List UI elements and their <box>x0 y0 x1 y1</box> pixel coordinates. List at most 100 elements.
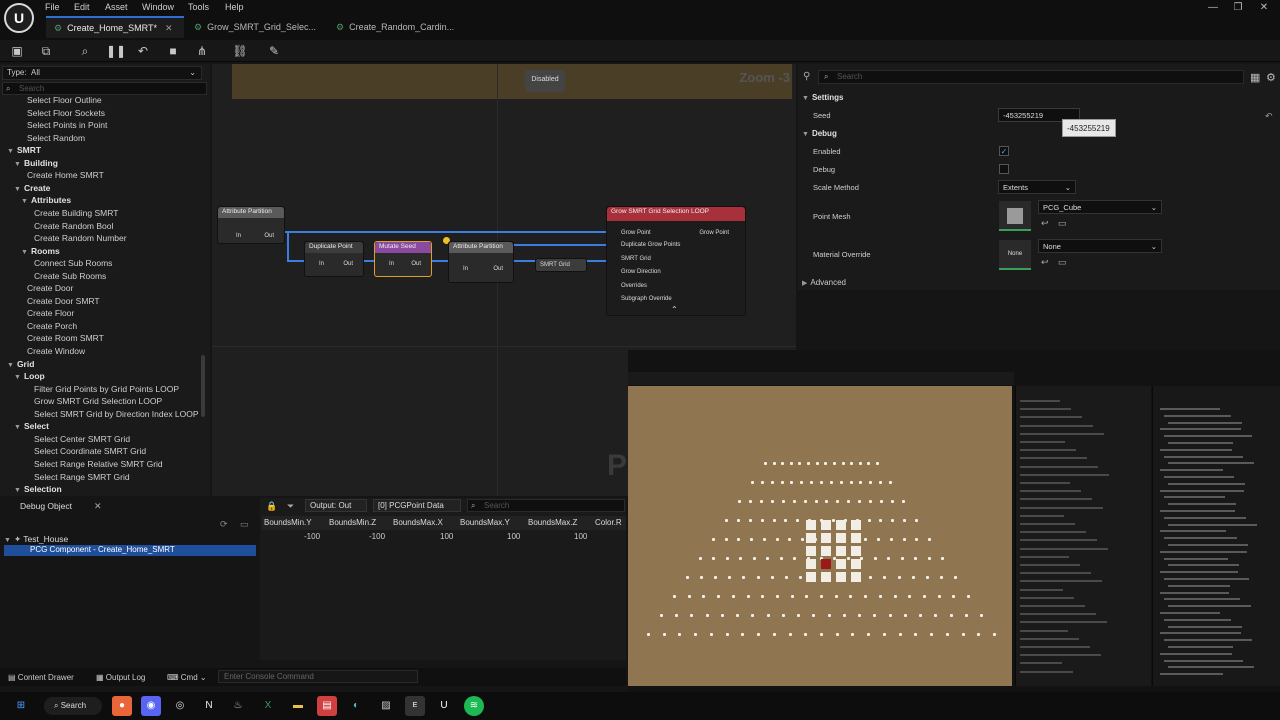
pin-out-grow-point[interactable]: Grow Point <box>699 230 729 236</box>
pin-smrt-grid[interactable]: SMRT Grid <box>621 256 651 262</box>
outliner-row[interactable] <box>1168 544 1248 546</box>
expand-arrow-icon[interactable]: ▼ <box>21 198 28 205</box>
notion-icon[interactable]: N <box>199 696 219 716</box>
node-attribute-partition-1[interactable]: Attribute Partition In Out <box>217 206 285 244</box>
outliner-row[interactable] <box>1160 510 1235 512</box>
lock-icon[interactable]: 🔒 <box>266 501 277 512</box>
pin-in[interactable]: In <box>236 233 241 239</box>
pin-grow-point[interactable]: Grow Point <box>621 230 651 236</box>
tab-create-home-smrt[interactable]: ⚙ Create_Home_SMRT* ✕ <box>46 16 184 38</box>
node-attribute-partition-2[interactable]: Attribute Partition In Out <box>448 241 514 283</box>
outliner-row[interactable] <box>1160 469 1223 472</box>
column-bounds-max-x[interactable]: BoundsMax.X <box>393 518 443 527</box>
expand-arrow-icon[interactable]: ▼ <box>14 487 21 494</box>
palette-item[interactable]: Filter Grid Points by Grid Points LOOP <box>34 384 179 394</box>
palette-item[interactable]: ▼ Building <box>14 158 58 168</box>
menu-file[interactable]: File <box>45 2 60 14</box>
palette-item[interactable]: Connect Sub Rooms <box>34 258 112 268</box>
tab-create-random[interactable]: ⚙ Create_Random_Cardin... <box>328 16 468 38</box>
enabled-checkbox[interactable]: ✓ <box>999 146 1009 156</box>
pin-out[interactable]: Out <box>493 266 503 272</box>
palette-item[interactable]: Select Range SMRT Grid <box>34 472 130 482</box>
pdf-icon[interactable]: ▤ <box>317 696 337 716</box>
menu-edit[interactable]: Edit <box>74 2 90 14</box>
pin-subgraph-override[interactable]: Subgraph Override <box>621 296 672 302</box>
palette-item[interactable]: Select Points in Point <box>27 120 107 130</box>
material-override-dropdown[interactable]: None ⌄ <box>1038 239 1162 253</box>
palette-item[interactable]: Select Floor Sockets <box>27 108 105 118</box>
palette-item[interactable]: Select Random <box>27 133 85 143</box>
outliner-row[interactable] <box>1164 496 1225 499</box>
browse-asset-icon[interactable]: ▭ <box>1058 218 1067 229</box>
outliner-row[interactable] <box>1164 618 1231 621</box>
palette-item[interactable]: ▼ Create <box>14 183 50 193</box>
node-grow-smrt-grid-selection-loop[interactable]: Grow SMRT Grid Selection LOOP Grow Point… <box>606 206 746 316</box>
palette-item[interactable]: Select Center SMRT Grid <box>34 434 130 444</box>
windows-start-icon[interactable]: ⊞ <box>11 696 31 716</box>
column-color-r[interactable]: Color.R <box>595 518 622 527</box>
palette-item[interactable]: Grow SMRT Grid Selection LOOP <box>34 396 162 406</box>
browse-asset-icon[interactable]: ▭ <box>1058 257 1067 268</box>
expand-arrow-icon[interactable]: ▼ <box>14 424 21 431</box>
minimize-icon[interactable]: — <box>1203 2 1223 14</box>
outliner-row[interactable] <box>1164 598 1240 601</box>
edge-icon[interactable]: ◐ <box>346 696 366 716</box>
details-lock-icon[interactable]: ⚲ <box>803 71 810 82</box>
expand-arrow-icon[interactable]: ▼ <box>21 249 28 256</box>
palette-item[interactable]: ▼ Attributes <box>21 195 71 205</box>
cmd-dropdown[interactable]: ⌨ Cmd ⌄ <box>167 673 207 682</box>
outliner-row[interactable] <box>1164 557 1228 560</box>
palette-item[interactable]: ▼ Grid <box>7 359 34 369</box>
stop-icon[interactable]: ■ <box>165 43 181 59</box>
find-icon[interactable]: ⌕ <box>77 43 93 59</box>
pin-in[interactable]: In <box>463 266 468 272</box>
outliner-row[interactable] <box>1160 408 1220 410</box>
gear-icon[interactable]: ⚙ <box>1266 71 1276 84</box>
outliner-row[interactable] <box>1168 421 1242 424</box>
outliner-row[interactable] <box>1164 537 1237 540</box>
pin-out[interactable]: Out <box>343 261 353 267</box>
outliner-row[interactable] <box>1168 584 1230 587</box>
epic-games-icon[interactable]: E <box>405 696 425 716</box>
palette-item[interactable]: ▼ Selection <box>14 484 62 494</box>
outliner-row[interactable] <box>1168 605 1251 608</box>
outliner-row[interactable] <box>1164 476 1234 478</box>
point-mesh-dropdown[interactable]: PCG_Cube ⌄ <box>1038 200 1162 214</box>
debug-checkbox[interactable] <box>999 164 1009 174</box>
node-mutate-seed[interactable]: Mutate Seed In Out <box>374 241 432 277</box>
pin-out[interactable]: Out <box>411 261 421 267</box>
outliner-row[interactable] <box>1164 659 1243 662</box>
palette-item[interactable]: Create Floor <box>27 308 74 318</box>
palette-item[interactable]: Select SMRT Grid by Direction Index LOOP <box>34 409 199 419</box>
outliner-row[interactable] <box>1168 482 1245 485</box>
settings-section[interactable]: ▼ Settings <box>802 93 844 102</box>
outliner-row[interactable] <box>1160 489 1244 492</box>
folder-icon[interactable]: ▬ <box>288 696 308 716</box>
pin-in[interactable]: In <box>319 261 324 267</box>
outliner-row[interactable] <box>1168 646 1233 648</box>
outliner-row[interactable] <box>1168 625 1242 628</box>
save-icon[interactable]: ▣ <box>9 43 25 59</box>
outliner-row[interactable] <box>1160 448 1232 451</box>
tree-item-test-house[interactable]: ▼ ✦ Test_House <box>4 534 68 545</box>
browse-icon[interactable]: ▭ <box>240 519 249 530</box>
outliner-row[interactable] <box>1164 639 1252 642</box>
content-drawer-button[interactable]: ▤ Content Drawer <box>8 673 74 682</box>
outliner-row[interactable] <box>1164 578 1249 580</box>
outliner-row[interactable] <box>1160 550 1247 553</box>
palette-item[interactable]: ▼ Select <box>14 421 49 431</box>
pause-icon[interactable]: ❚❚ <box>106 43 126 59</box>
unreal-engine-icon[interactable]: U <box>434 696 454 716</box>
refresh-icon[interactable]: ⟳ <box>220 519 228 530</box>
expand-arrow-icon[interactable]: ▼ <box>7 148 14 155</box>
outliner-row[interactable] <box>1160 428 1241 431</box>
outliner-row[interactable] <box>1160 591 1229 594</box>
expand-arrow-icon[interactable]: ▼ <box>14 374 21 381</box>
tree-item-pcg-component[interactable]: PCG Component - Create_Home_SMRT <box>4 545 256 556</box>
steam-icon[interactable]: ♨ <box>228 696 248 716</box>
palette-item[interactable]: ▼ Loop <box>14 371 45 381</box>
outliner-row[interactable] <box>1168 523 1257 526</box>
outliner-row[interactable] <box>1164 455 1243 458</box>
chevron-up-icon[interactable]: ⌃ <box>671 305 678 314</box>
photos-icon[interactable]: ▨ <box>376 696 396 716</box>
